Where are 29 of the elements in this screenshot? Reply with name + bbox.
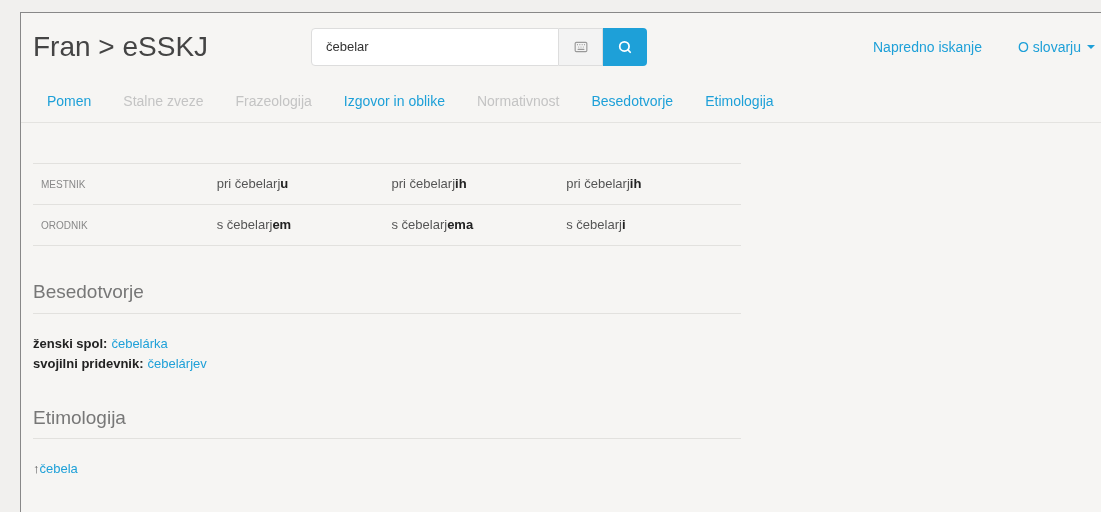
field-label: ženski spol: [33,334,108,353]
site-logo[interactable]: Fran > eSSKJ [33,26,311,68]
case-label: MESTNIK [40,177,87,192]
nav-link[interactable]: Napredno iskanje [873,36,982,58]
word-link[interactable]: čebelárka [111,333,168,354]
field-label: svojilni pridevnik: [33,354,144,373]
section-tab[interactable]: Etimologija [705,91,774,112]
nav-dropdown[interactable]: O slovarju [1017,36,1095,58]
search-icon [618,40,632,54]
table-cell-text: s čebelarji [566,216,627,235]
section-heading: Etimologija [33,406,126,428]
caret-icon [1087,45,1095,49]
word-link[interactable]: čebelárjev [147,353,207,374]
word-link[interactable]: čebela [39,459,78,479]
table-cell-text: pri čebelarju [216,175,290,194]
table-cell-text: s čebelarjema [391,216,475,235]
section-heading: Besedotvorje [33,281,144,302]
search-button[interactable] [603,28,647,66]
section-tab[interactable]: Besedotvorje [591,91,674,112]
table-cell-text: pri čebelarjih [566,175,643,194]
table-cell-text: s čebelarjem [216,216,293,235]
section-tab[interactable]: Pomen [47,91,92,112]
table-cell-text: pri čebelarjih [391,175,468,194]
keyboard-icon [573,40,588,54]
search-field[interactable]: čebelar [311,28,559,66]
keyboard-button[interactable] [559,28,603,66]
section-tab[interactable]: Izgovor in oblike [343,91,445,112]
case-label: ORODNIK [40,218,89,233]
arrow-symbol: ↑ [33,460,40,478]
